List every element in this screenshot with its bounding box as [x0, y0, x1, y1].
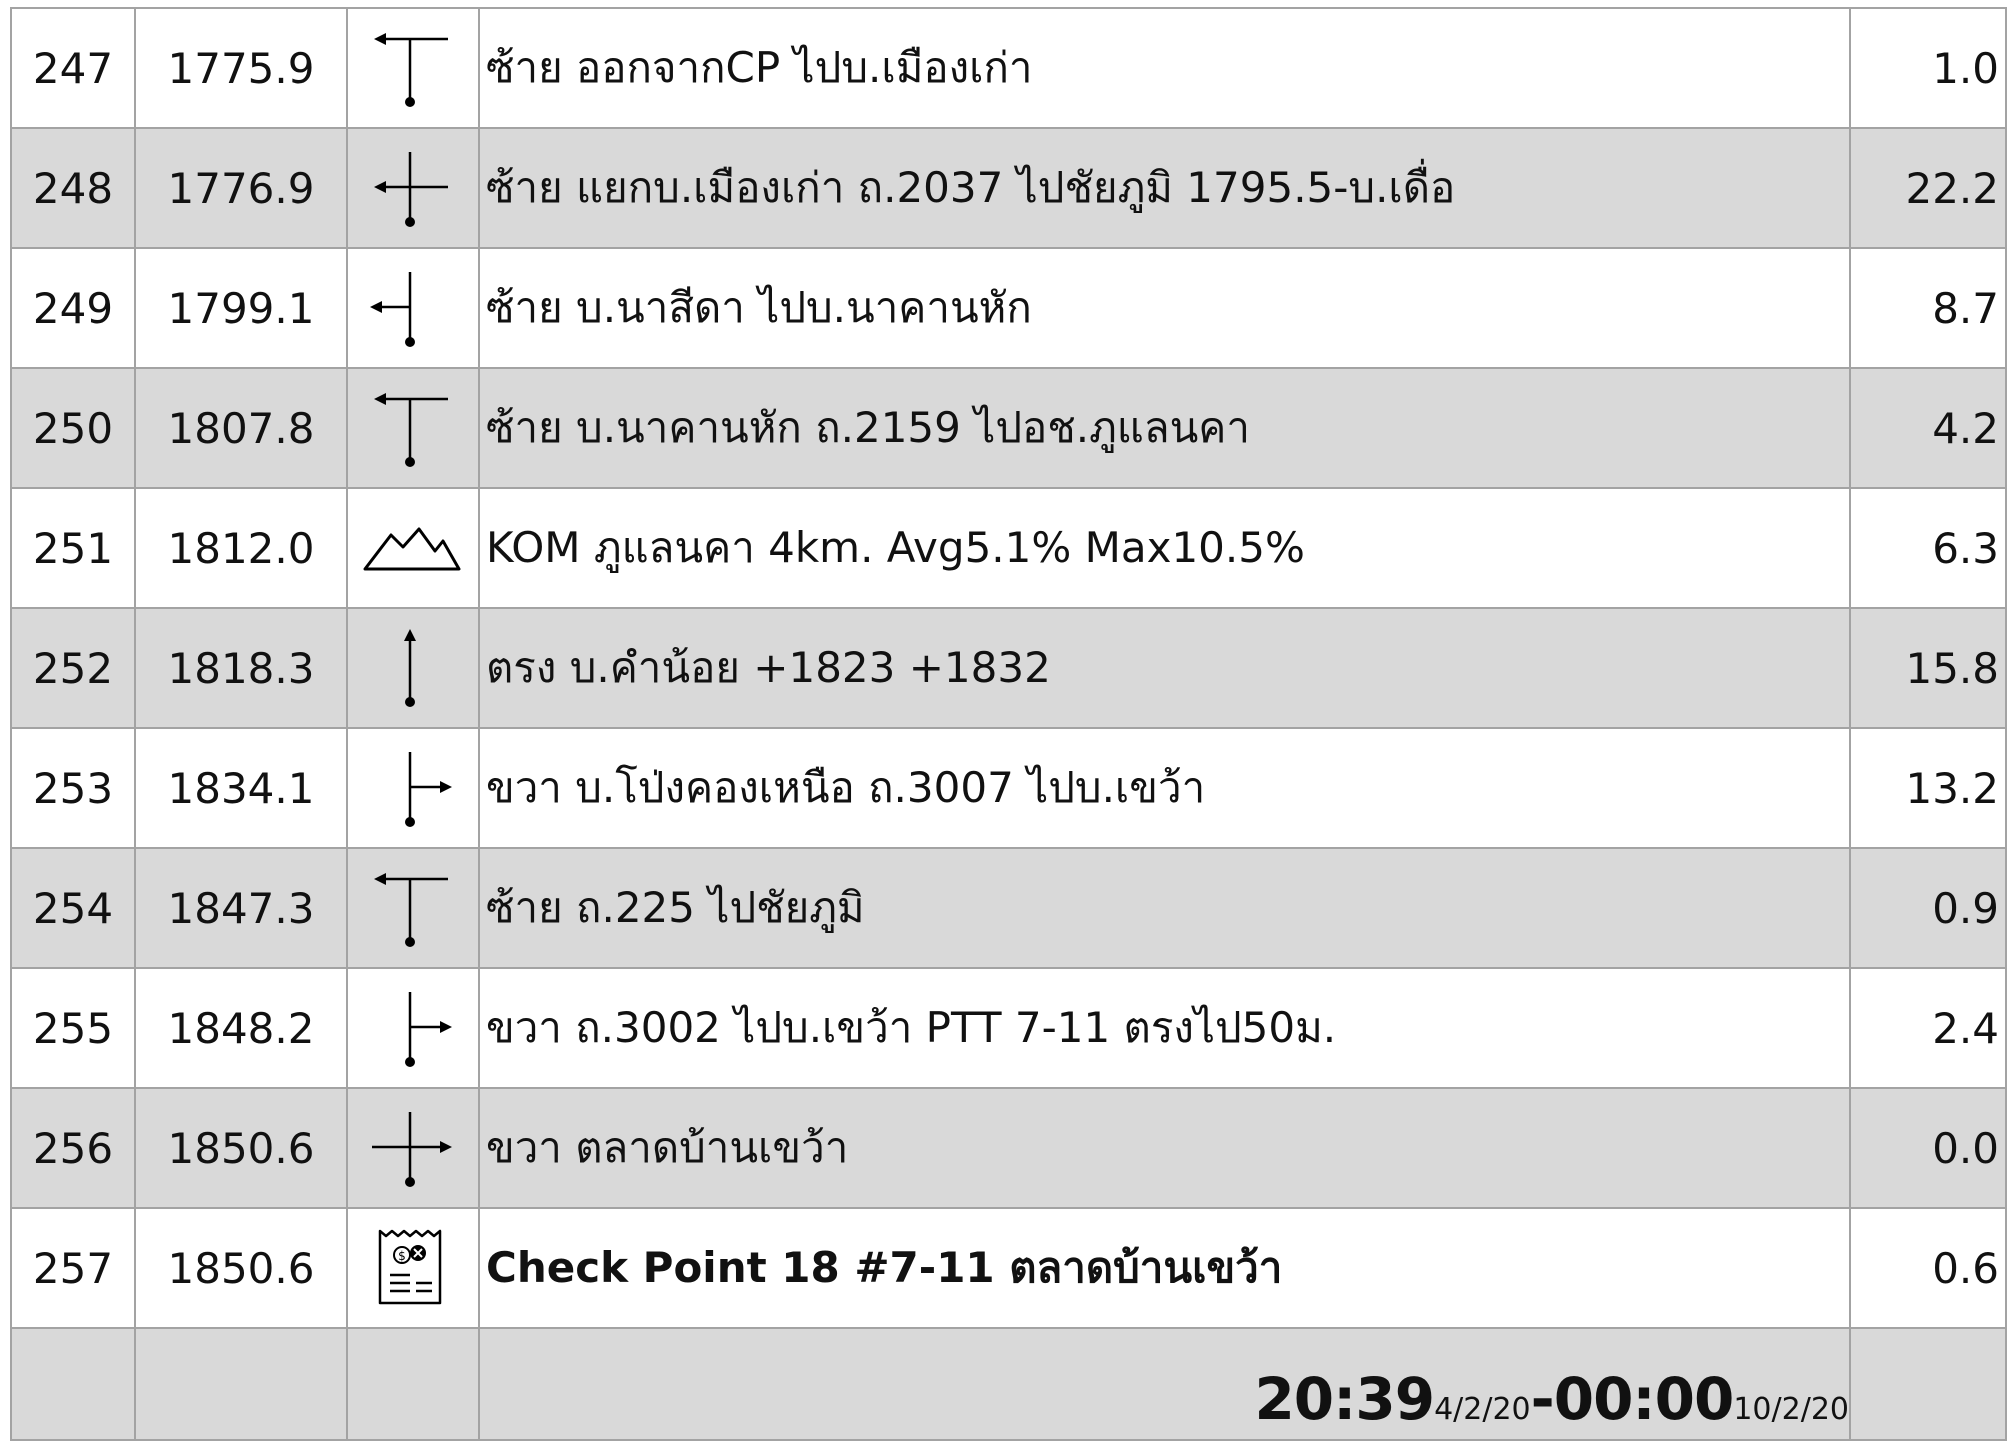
cue-distance-total: 1850.6: [134, 1207, 348, 1329]
cue-description: ซ้าย บ.นาสีดา ไปบ.นาคานหัก: [478, 247, 1851, 369]
mountain-icon: [363, 527, 461, 571]
cue-distance-next: 2.4: [1849, 967, 2007, 1089]
turn-left-t-icon: [374, 393, 448, 467]
turn-left-t-icon: [374, 33, 448, 107]
svg-text:$: $: [398, 1249, 406, 1263]
cue-icon-cell: [346, 247, 480, 369]
cue-number: 247: [10, 7, 136, 129]
cue-icon-cell: [346, 127, 480, 249]
table-row: 247 1775.9 ซ้าย ออกจากCP ไปบ.เมืองเก่า 1.0: [10, 7, 2007, 129]
cue-icon-cell: [346, 847, 480, 969]
cue-description: ซ้าย ออกจากCP ไปบ.เมืองเก่า: [478, 7, 1851, 129]
cue-description: ขวา ตลาดบ้านเขว้า: [478, 1087, 1851, 1209]
cue-icon-cell: [346, 7, 480, 129]
cue-icon-cell: [346, 367, 480, 489]
cue-distance-next: 0.0: [1849, 1087, 2007, 1209]
footer-cell: [134, 1327, 348, 1441]
table-row: 248 1776.9 ซ้าย แยกบ.เมืองเก่า ถ.2037 ไปชั…: [10, 127, 2007, 249]
turn-left-cross-icon: [374, 152, 448, 227]
cue-distance-total: 1850.6: [134, 1087, 348, 1209]
cue-description: ซ้าย ถ.225 ไปชัยภูมิ: [478, 847, 1851, 969]
table-row: 256 1850.6 ขวา ตลาดบ้านเขว้า 0.0: [10, 1087, 2007, 1209]
cue-description: ตรง บ.คำน้อย +1823 +1832: [478, 607, 1851, 729]
cue-icon-cell: [346, 1087, 480, 1209]
close-time: 00:00: [1553, 1365, 1735, 1433]
turn-left-side-icon: [370, 272, 415, 347]
cue-icon-cell: [346, 967, 480, 1089]
cue-icon-cell: [346, 487, 480, 609]
cue-sheet-table: 247 1775.9 ซ้าย ออกจากCP ไปบ.เมืองเก่า 1.0 2…: [10, 7, 2007, 1441]
cue-description: ซ้าย บ.นาคานหัก ถ.2159 ไปอช.ภูแลนคา: [478, 367, 1851, 489]
cue-distance-next: 0.6: [1849, 1207, 2007, 1329]
cue-distance-next: 4.2: [1849, 367, 2007, 489]
open-time: 20:39: [1254, 1365, 1435, 1433]
cue-distance-total: 1775.9: [134, 7, 348, 129]
table-row: 252 1818.3 ตรง บ.คำน้อย +1823 +1832 15.8: [10, 607, 2007, 729]
cue-distance-next: 15.8: [1849, 607, 2007, 729]
checkpoint-time-window: 20:394/2/20-00:0010/2/20: [1254, 1365, 1849, 1433]
cue-description: ซ้าย แยกบ.เมืองเก่า ถ.2037 ไปชัยภูมิ 179…: [478, 127, 1851, 249]
cue-distance-next: 22.2: [1849, 127, 2007, 249]
table-row: 255 1848.2 ขวา ถ.3002 ไปบ.เขว้า PTT 7-11 ต…: [10, 967, 2007, 1089]
turn-left-t-icon: [374, 873, 448, 947]
cue-number: 252: [10, 607, 136, 729]
cue-distance-total: 1834.1: [134, 727, 348, 849]
cue-distance-next: 0.9: [1849, 847, 2007, 969]
cue-distance-next: 6.3: [1849, 487, 2007, 609]
cue-distance-total: 1818.3: [134, 607, 348, 729]
time-separator: -: [1530, 1365, 1555, 1433]
receipt-icon: $: [378, 1229, 442, 1305]
table-row: 257 1850.6 $ Check Point 18 #7-11 ตลาดบ้านเ…: [10, 1207, 2007, 1329]
open-date: 4/2/20: [1434, 1392, 1531, 1427]
cue-distance-total: 1848.2: [134, 967, 348, 1089]
footer-cell: [346, 1327, 480, 1441]
close-date: 10/2/20: [1733, 1392, 1849, 1427]
cue-distance-total: 1807.8: [134, 367, 348, 489]
cue-distance-next: 1.0: [1849, 7, 2007, 129]
cue-number: 249: [10, 247, 136, 369]
cue-number: 253: [10, 727, 136, 849]
cue-distance-total: 1799.1: [134, 247, 348, 369]
cue-number: 248: [10, 127, 136, 249]
turn-right-side-icon: [405, 752, 452, 827]
cue-number: 254: [10, 847, 136, 969]
cue-description: Check Point 18 #7-11 ตลาดบ้านเขว้า: [478, 1207, 1851, 1329]
cue-description: KOM ภูแลนคา 4km. Avg5.1% Max10.5%: [478, 487, 1851, 609]
cue-number: 257: [10, 1207, 136, 1329]
table-row: 254 1847.3 ซ้าย ถ.225 ไปชัยภูมิ 0.9: [10, 847, 2007, 969]
cue-distance-next: 8.7: [1849, 247, 2007, 369]
footer-row: 20:394/2/20-00:0010/2/20: [10, 1327, 2007, 1441]
straight-arrow-icon: [404, 629, 416, 707]
cue-distance-next: 13.2: [1849, 727, 2007, 849]
cue-distance-total: 1847.3: [134, 847, 348, 969]
cue-description: ขวา บ.โป่งคองเหนือ ถ.3007 ไปบ.เขว้า: [478, 727, 1851, 849]
cue-number: 251: [10, 487, 136, 609]
cue-icon-cell: [346, 607, 480, 729]
table-row: 250 1807.8 ซ้าย บ.นาคานหัก ถ.2159 ไปอช.ภูแ…: [10, 367, 2007, 489]
cue-number: 255: [10, 967, 136, 1089]
cue-distance-total: 1812.0: [134, 487, 348, 609]
cue-number: 256: [10, 1087, 136, 1209]
cue-distance-total: 1776.9: [134, 127, 348, 249]
turn-right-side-icon: [405, 992, 452, 1067]
footer-cell: [10, 1327, 136, 1441]
table-row: 251 1812.0 KOM ภูแลนคา 4km. Avg5.1% Max10.…: [10, 487, 2007, 609]
footer-cell: [1849, 1327, 2007, 1441]
cue-description: ขวา ถ.3002 ไปบ.เขว้า PTT 7-11 ตรงไป50ม.: [478, 967, 1851, 1089]
cue-icon-cell: [346, 727, 480, 849]
checkpoint-time-cell: 20:394/2/20-00:0010/2/20: [478, 1327, 1851, 1441]
turn-right-cross-icon: [372, 1112, 452, 1187]
table-row: 249 1799.1 ซ้าย บ.นาสีดา ไปบ.นาคานหัก 8.7: [10, 247, 2007, 369]
table-row: 253 1834.1 ขวา บ.โป่งคองเหนือ ถ.3007 ไปบ.เ…: [10, 727, 2007, 849]
cue-icon-cell: $: [346, 1207, 480, 1329]
cue-number: 250: [10, 367, 136, 489]
